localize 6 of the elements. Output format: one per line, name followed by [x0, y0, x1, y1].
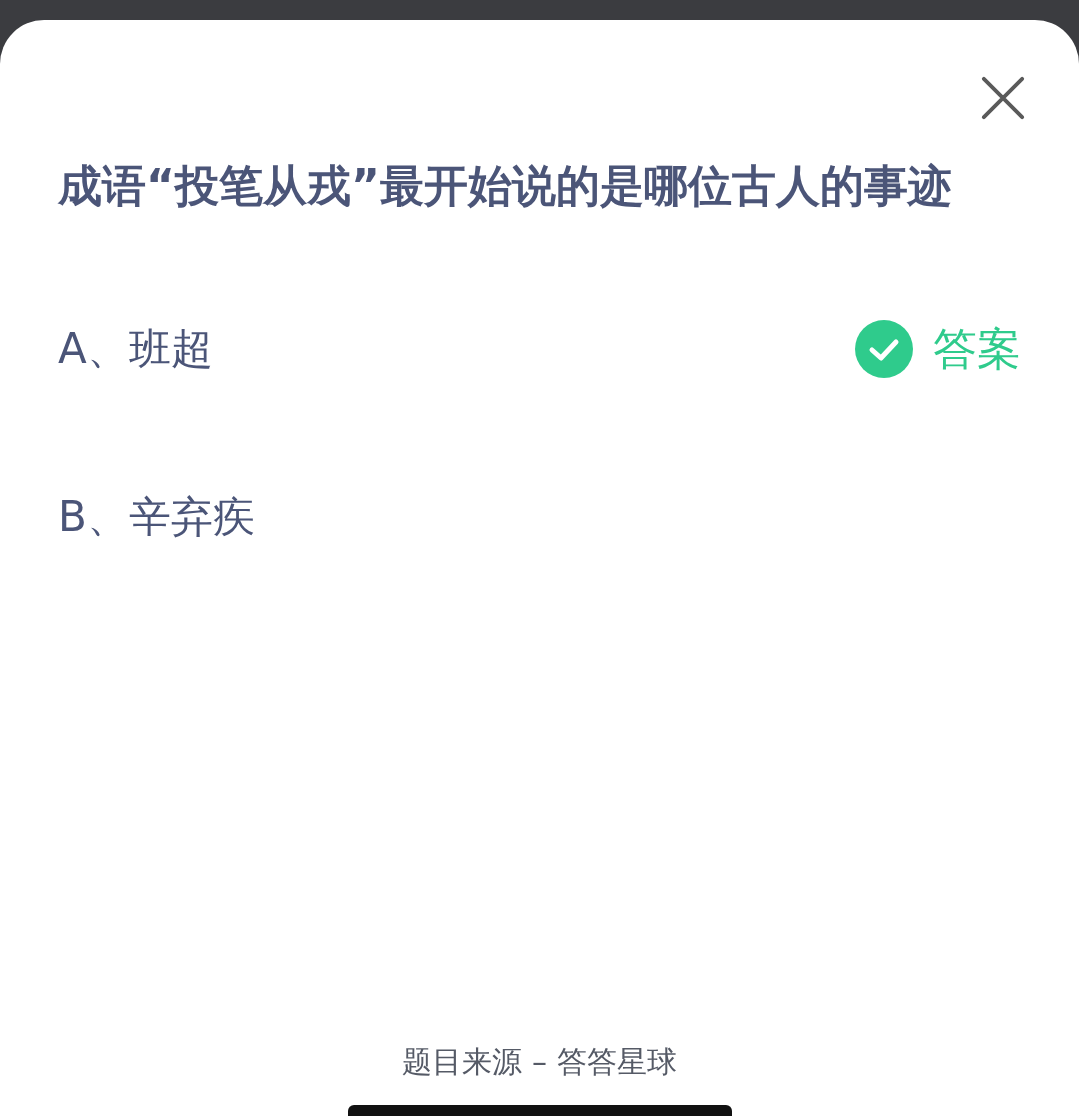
source-text: 题目来源 – 答答星球 — [401, 1043, 678, 1081]
close-icon[interactable] — [981, 76, 1025, 120]
answer-label: 答案 — [933, 321, 1021, 376]
option-text[interactable]: A、班超 — [58, 321, 855, 377]
question-text: 成语“投笔从戎”最开始说的是哪位古人的事迹 — [58, 159, 953, 213]
option-text[interactable]: B、辛弃疾 — [58, 489, 1021, 545]
